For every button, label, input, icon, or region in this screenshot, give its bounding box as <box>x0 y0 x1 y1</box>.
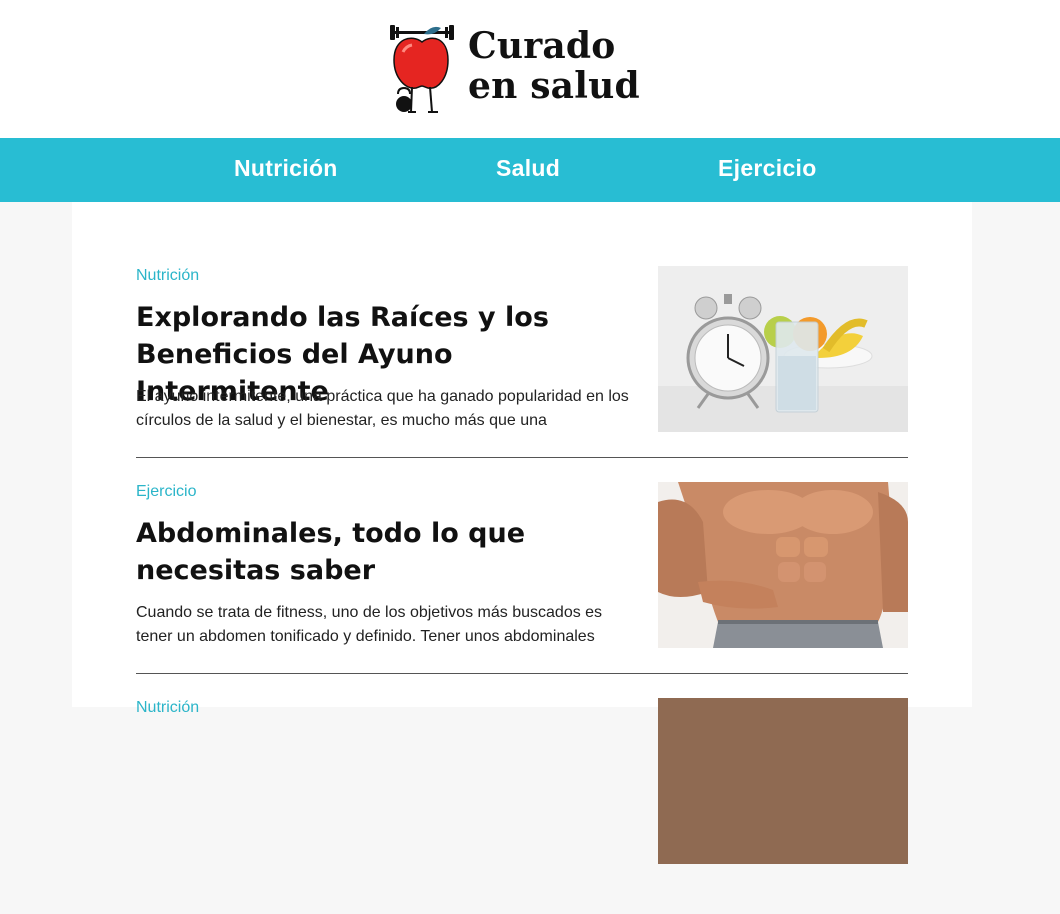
site-header: Curado en salud <box>0 0 1060 138</box>
nav-item-nutricion[interactable]: Nutrición <box>234 153 338 183</box>
article-card[interactable]: Nutrición Explorando las Raíces y los Be… <box>136 266 908 482</box>
article-category-link[interactable]: Nutrición <box>136 266 199 286</box>
site-logo-text: Curado en salud <box>468 26 640 106</box>
article-divider <box>136 457 908 458</box>
article-card[interactable]: Nutrición <box>136 698 908 914</box>
main-nav: Nutrición Salud Ejercicio <box>0 138 1060 202</box>
article-excerpt: Cuando se trata de fitness, uno de los o… <box>136 604 603 645</box>
nav-item-salud[interactable]: Salud <box>496 153 560 183</box>
abdominal-torso-photo <box>658 482 908 648</box>
article-category-link[interactable]: Ejercicio <box>136 482 196 502</box>
logo-line-1: Curado <box>468 25 616 67</box>
article-excerpt: El ayuno intermitente, una práctica que … <box>136 388 629 429</box>
article-divider <box>136 673 908 674</box>
site-logo[interactable]: Curado en salud <box>386 22 676 118</box>
nav-item-ejercicio[interactable]: Ejercicio <box>718 153 817 183</box>
apple-barbell-logo-icon <box>390 25 454 113</box>
article-thumbnail[interactable] <box>658 482 908 648</box>
article-photo <box>658 698 908 864</box>
article-category-link[interactable]: Nutrición <box>136 698 199 718</box>
article-list: Nutrición Explorando las Raíces y los Be… <box>72 202 972 864</box>
article-thumbnail[interactable] <box>658 698 908 864</box>
article-title[interactable]: Abdominales, todo lo que necesitas saber <box>136 515 636 589</box>
article-thumbnail[interactable] <box>658 266 908 432</box>
logo-line-2: en salud <box>468 65 640 107</box>
alarm-clock-fruit-photo <box>658 266 908 432</box>
article-card[interactable]: Ejercicio Abdominales, todo lo que neces… <box>136 482 908 698</box>
